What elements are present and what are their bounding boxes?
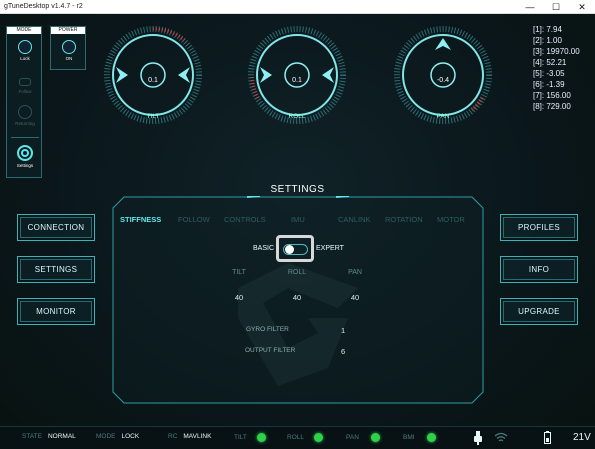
roll-value: 0.1	[292, 77, 302, 84]
state-value: NORMAL	[47, 433, 76, 440]
readout-line: [4]: 52.21	[533, 58, 567, 67]
follow-icon	[19, 78, 31, 86]
close-button[interactable]: ✕	[569, 0, 595, 14]
tilt-value: 0.1	[148, 77, 158, 84]
power-label: ON	[65, 56, 73, 61]
toggle-highlight	[276, 235, 315, 262]
wifi-icon	[494, 432, 508, 442]
mode-settings[interactable]: Settings	[7, 145, 43, 168]
state-label: STATE	[22, 433, 42, 440]
readout-line: [7]: 156.00	[533, 91, 571, 100]
basic-label: BASIC	[253, 245, 275, 252]
roll-dial	[248, 26, 346, 124]
usb-icon	[474, 431, 482, 445]
tilt-stiffness-value[interactable]: 40	[224, 293, 254, 302]
upgrade-button[interactable]: UPGRADE	[500, 298, 578, 325]
mode-divider	[11, 137, 39, 138]
tilt-status-dot	[256, 433, 266, 442]
output-filter-value[interactable]: 6	[341, 347, 345, 356]
tilt-indicator-label: TILT	[234, 434, 247, 441]
mode-header: MODE	[7, 27, 41, 34]
lock-icon	[18, 40, 32, 54]
tab-canlink[interactable]: CANLINK	[330, 215, 377, 224]
minimize-button[interactable]: —	[517, 0, 543, 14]
maximize-button[interactable]: ☐	[543, 0, 569, 14]
basic-expert-toggle-row: BASIC EXPERT	[253, 235, 344, 262]
settings-tabs: STIFFNESS FOLLOW CONTROLS IMU CANLINK RO…	[120, 215, 475, 224]
tab-imu[interactable]: IMU	[287, 215, 330, 224]
readout-line: [8]: 729.00	[533, 102, 571, 111]
app-area: MODE Lock Follow Returning Settings POWE…	[0, 14, 595, 449]
readout-line: [1]: 7.94	[533, 25, 562, 34]
bmi-indicator-label: BMI	[403, 434, 415, 441]
pan-status-dot	[370, 433, 380, 442]
profiles-button[interactable]: PROFILES	[500, 214, 578, 241]
readout-line: [6]: -1.39	[533, 80, 565, 89]
roll-column-header: ROLL	[287, 269, 307, 276]
roll-status-dot	[313, 433, 323, 442]
pan-label: PAN	[436, 113, 450, 120]
power-button[interactable]: ON	[51, 40, 87, 61]
status-bar: STATE NORMAL MODE LOCK RC MAVLINK TILT R…	[0, 426, 595, 449]
sensor-readouts: [1]: 7.94 [2]: 1.00 [3]: 19970.00 [4]: 5…	[533, 24, 580, 112]
mode-returning[interactable]: Returning	[7, 105, 43, 126]
tab-follow[interactable]: FOLLOW	[178, 215, 224, 224]
gtune-logo-watermark	[238, 263, 358, 386]
pan-stiffness-value[interactable]: 40	[340, 293, 370, 302]
tilt-label: TILT	[146, 113, 160, 120]
roll-stiffness-value[interactable]: 40	[282, 293, 312, 302]
tab-rotation[interactable]: ROTATION	[377, 215, 433, 224]
gyro-filter-value[interactable]: 1	[341, 326, 345, 335]
monitor-button[interactable]: MONITOR	[17, 298, 95, 325]
pan-indicator-label: PAN	[346, 434, 359, 441]
pan-dial	[394, 26, 492, 124]
pan-value: -0.4	[436, 77, 450, 84]
toggle-knob	[285, 245, 295, 254]
tilt-dial	[104, 26, 202, 124]
gear-icon	[17, 145, 33, 161]
roll-label: ROLL	[288, 113, 306, 120]
mode-settings-label: Settings	[16, 163, 34, 168]
mode-lock[interactable]: Lock	[7, 40, 43, 61]
power-icon	[62, 40, 76, 54]
info-button[interactable]: INFO	[500, 256, 578, 283]
window-title: gTuneDesktop v1.4.7 - r2	[4, 3, 83, 10]
rc-label: RC	[168, 433, 178, 440]
pan-column-header: PAN	[348, 269, 362, 276]
readout-line: [2]: 1.00	[533, 36, 562, 45]
voltage-readout: 21V	[573, 432, 591, 443]
expert-label: EXPERT	[316, 245, 344, 252]
basic-expert-toggle[interactable]	[283, 244, 309, 255]
tab-controls[interactable]: CONTROLS	[224, 215, 287, 224]
tilt-column-header: TILT	[232, 269, 246, 276]
mode-follow-label: Follow	[18, 89, 32, 94]
tab-stiffness[interactable]: STIFFNESS	[120, 215, 178, 224]
window-titlebar: gTuneDesktop v1.4.7 - r2 — ☐ ✕	[0, 0, 595, 14]
mode-follow[interactable]: Follow	[7, 75, 43, 94]
settings-button[interactable]: SETTINGS	[17, 256, 95, 283]
battery-icon	[544, 431, 551, 444]
mode-lock-label: Lock	[20, 56, 30, 61]
power-panel: POWER ON	[50, 26, 86, 70]
roll-indicator-label: ROLL	[287, 434, 304, 441]
returning-icon	[18, 105, 32, 119]
connection-button[interactable]: CONNECTION	[17, 214, 95, 241]
readout-line: [3]: 19970.00	[533, 47, 580, 56]
rc-value: MAVLINK	[183, 433, 212, 440]
mode-panel: MODE Lock Follow Returning Settings	[6, 26, 42, 178]
tab-motor[interactable]: MOTOR	[433, 215, 473, 224]
readout-line: [5]: -3.05	[533, 69, 565, 78]
bmi-status-dot	[426, 433, 436, 442]
mode-label: MODE	[96, 433, 116, 440]
mode-returning-label: Returning	[15, 121, 35, 126]
mode-value: LOCK	[121, 433, 140, 440]
output-filter-label: OUTPUT FILTER	[245, 347, 296, 354]
power-header: POWER	[51, 27, 85, 34]
settings-title: SETTINGS	[270, 184, 325, 195]
gyro-filter-label: GYRO FILTER	[246, 326, 289, 333]
